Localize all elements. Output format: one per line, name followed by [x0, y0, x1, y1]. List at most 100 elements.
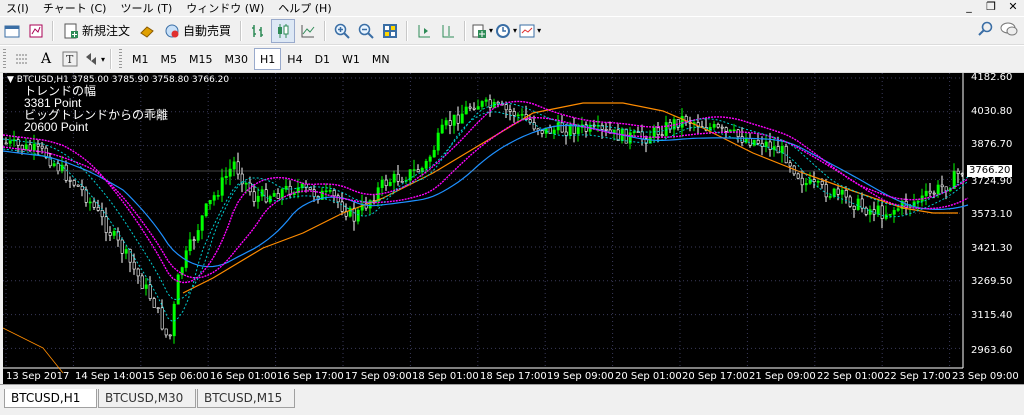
- zoom-out-icon[interactable]: [355, 20, 377, 42]
- autotrade-button[interactable]: 自動売買: [160, 20, 235, 42]
- horizontal-line-icon[interactable]: [11, 48, 33, 70]
- toolbar-separator: [406, 20, 409, 41]
- candle-body: [772, 146, 776, 150]
- tile-windows-icon[interactable]: [379, 20, 401, 42]
- profiles-icon[interactable]: [1, 20, 23, 42]
- candle-body: [368, 200, 372, 209]
- candle-body: [36, 143, 40, 147]
- candle-body: [824, 184, 828, 198]
- candle-body: [892, 210, 896, 215]
- time-label: 18 Sep 01:00: [412, 371, 479, 382]
- window-controls: _ ❐ ✕: [958, 0, 1024, 13]
- timeframe-w1[interactable]: W1: [336, 48, 366, 70]
- candle-body: [796, 173, 800, 179]
- tab-btcusd-m30[interactable]: BTCUSD,M30: [98, 389, 196, 408]
- text-label-icon[interactable]: T: [59, 48, 81, 70]
- toolbar-grip[interactable]: [119, 49, 123, 69]
- candle-body: [80, 186, 84, 191]
- candle-body: [332, 190, 336, 197]
- timeframe-h4[interactable]: H4: [281, 48, 308, 70]
- candle-body: [380, 179, 384, 188]
- market-watch-icon[interactable]: [136, 20, 158, 42]
- candle-body: [520, 114, 524, 116]
- periods-clock-icon[interactable]: ▾: [495, 20, 517, 42]
- candle-body: [712, 124, 716, 128]
- candle-body: [140, 275, 144, 289]
- price-chart[interactable]: ▼ BTCUSD,H1 3785.00 3785.90 3758.80 3766…: [3, 73, 1024, 384]
- candle-body: [236, 161, 240, 175]
- timeframe-m15[interactable]: M15: [183, 48, 219, 70]
- candle-body: [932, 192, 936, 195]
- candle-body: [136, 268, 140, 277]
- candle-body: [936, 184, 940, 195]
- candle-body: [660, 134, 664, 136]
- ma-slow-line-tail: [3, 327, 64, 374]
- candle-body: [888, 214, 892, 216]
- restore-button[interactable]: ❐: [980, 0, 1002, 13]
- menu-window[interactable]: ウィンドウ (W): [180, 0, 272, 16]
- timeframe-h1[interactable]: H1: [254, 48, 282, 70]
- arrows-icon[interactable]: ▾: [83, 48, 105, 70]
- candle-body: [724, 127, 728, 132]
- candle-body: [252, 191, 256, 202]
- menu-display[interactable]: ス(I): [0, 0, 37, 16]
- minimize-button[interactable]: _: [958, 0, 980, 13]
- candle-body: [468, 106, 472, 109]
- candle-body: [192, 239, 196, 242]
- chat-icon[interactable]: [1000, 21, 1018, 40]
- chart-shift-icon[interactable]: [437, 20, 459, 42]
- menu-help[interactable]: ヘルプ (H): [272, 0, 339, 16]
- toolbar-grip[interactable]: [3, 49, 6, 69]
- auto-scroll-icon[interactable]: [413, 20, 435, 42]
- chart-window-icon[interactable]: [25, 20, 47, 42]
- tab-btcusd-h1[interactable]: BTCUSD,H1: [4, 389, 97, 408]
- timeframe-mn[interactable]: MN: [366, 48, 396, 70]
- timeframe-m1[interactable]: M1: [126, 48, 155, 70]
- tab-btcusd-m15[interactable]: BTCUSD,M15: [197, 389, 295, 408]
- candle-body: [716, 124, 720, 128]
- price-label: 4030.80: [971, 106, 1013, 117]
- close-button[interactable]: ✕: [1002, 0, 1024, 13]
- price-label: 3269.50: [971, 276, 1013, 287]
- candle-body: [664, 122, 668, 136]
- candle-body: [748, 138, 752, 146]
- text-tool-icon[interactable]: A: [35, 48, 57, 70]
- autotrade-label: 自動売買: [183, 24, 232, 38]
- templates-icon[interactable]: ▾: [519, 20, 541, 42]
- candle-body: [440, 124, 444, 134]
- menu-tools[interactable]: ツール (T): [114, 0, 180, 16]
- candle-body: [52, 163, 56, 167]
- timeframe-d1[interactable]: D1: [309, 48, 336, 70]
- candle-body: [16, 139, 20, 146]
- candle-body: [764, 141, 768, 147]
- candle-body: [776, 146, 780, 154]
- candle-body: [272, 193, 276, 197]
- candle-body: [768, 141, 772, 150]
- candle-body: [168, 334, 172, 337]
- candle-body: [512, 111, 516, 116]
- price-label: 4182.60: [971, 73, 1013, 83]
- candle-body: [780, 146, 784, 154]
- candlestick-icon[interactable]: [271, 18, 296, 43]
- timeframe-m30[interactable]: M30: [219, 48, 255, 70]
- menu-chart[interactable]: チャート (C): [37, 0, 115, 16]
- current-price-tag: 3766.20: [967, 165, 1013, 177]
- line-chart-icon[interactable]: [297, 20, 319, 42]
- candle-body: [212, 195, 216, 201]
- candle-body: [560, 122, 564, 133]
- candle-body: [412, 169, 416, 171]
- bar-chart-icon[interactable]: [247, 20, 269, 42]
- new-order-button[interactable]: 新規注文: [59, 20, 134, 42]
- candle-body: [164, 328, 168, 336]
- candle-body: [828, 196, 832, 198]
- search-icon[interactable]: [978, 21, 994, 40]
- candle-body: [120, 239, 124, 254]
- zoom-in-icon[interactable]: [331, 20, 353, 42]
- indicators-icon[interactable]: ▾: [471, 20, 493, 42]
- candle-body: [816, 180, 820, 183]
- new-order-label: 新規注文: [82, 24, 131, 38]
- time-label: 22 Sep 01:00: [817, 371, 884, 382]
- svg-text:T: T: [66, 53, 74, 66]
- price-label: 3876.70: [971, 139, 1013, 150]
- timeframe-m5[interactable]: M5: [155, 48, 184, 70]
